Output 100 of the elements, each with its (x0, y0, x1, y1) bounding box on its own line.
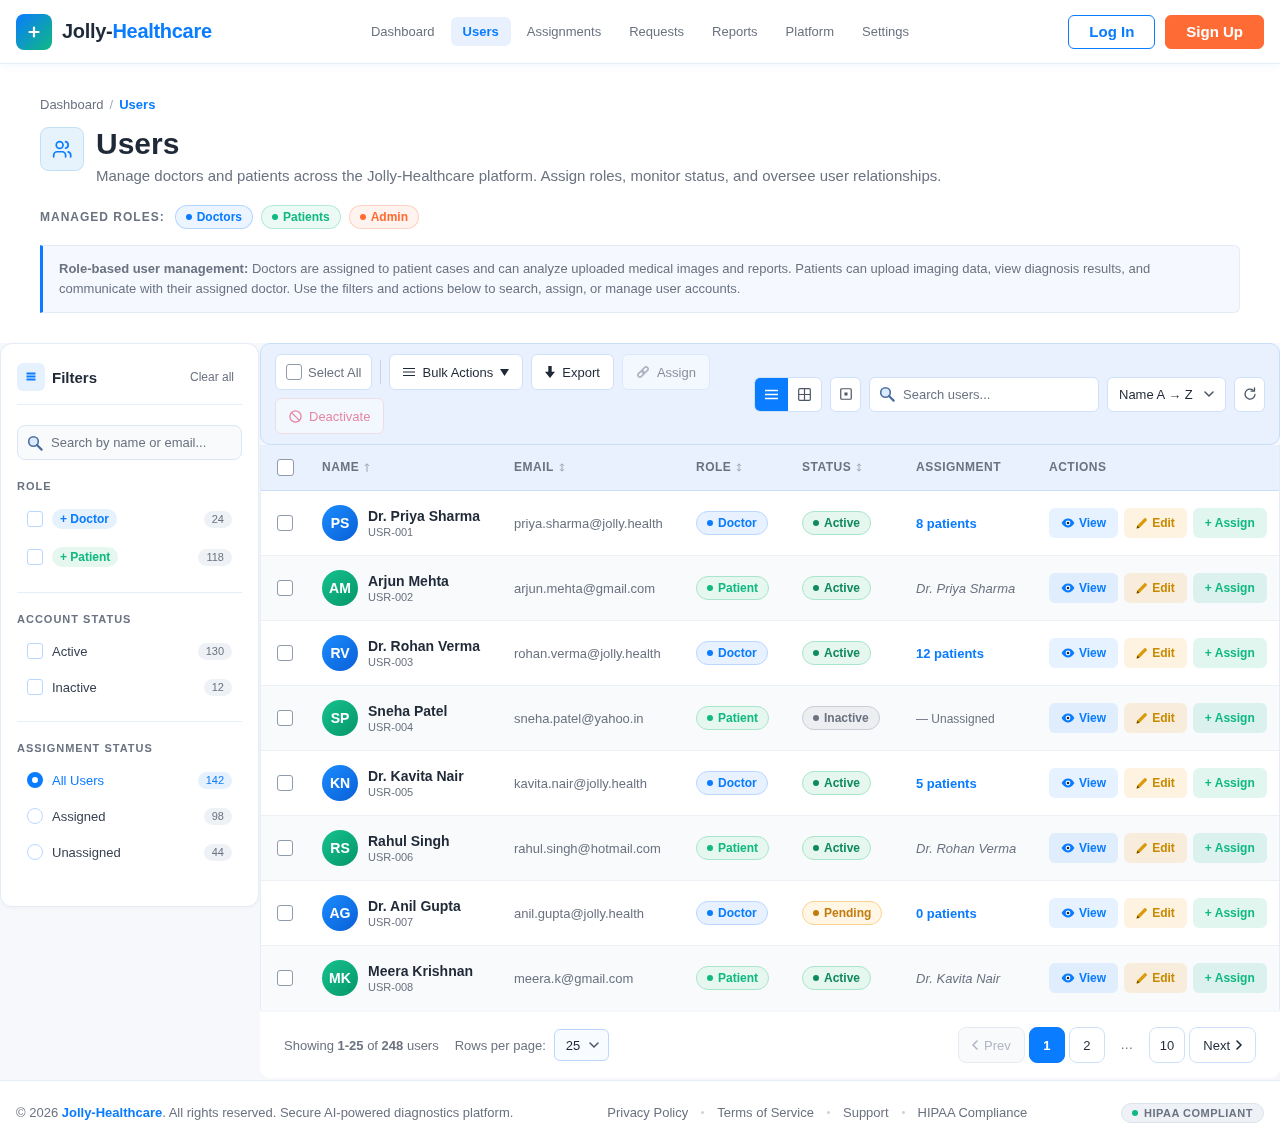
search-field[interactable]: Search by name or email... (17, 425, 242, 460)
option-label[interactable]: All Users (52, 772, 104, 788)
checkbox[interactable] (27, 511, 43, 527)
edit-button[interactable]: Edit (1124, 897, 1187, 928)
radio-button[interactable] (27, 772, 43, 788)
view-button[interactable]: View (1049, 897, 1119, 928)
patients-link[interactable]: 0 patients (916, 905, 977, 921)
assign-button[interactable]: + Assign (1192, 832, 1267, 863)
breadcrumb-link[interactable]: Dashboard (40, 97, 104, 112)
rows-per-page-select[interactable]: 25 (553, 1029, 609, 1061)
user-id: USR-007 (368, 914, 415, 929)
link-icon (635, 365, 650, 379)
search-field[interactable]: Search users... (869, 376, 1099, 412)
next-button[interactable]: Next (1189, 1027, 1256, 1063)
user-id: USR-002 (368, 589, 415, 604)
nav-link[interactable]: Dashboard (359, 17, 447, 46)
checkbox[interactable] (277, 839, 293, 856)
refresh-button[interactable] (1234, 376, 1265, 412)
nav-link[interactable]: Reports (700, 17, 770, 46)
checkbox[interactable] (277, 644, 293, 661)
option-label[interactable]: Unassigned (52, 844, 121, 860)
view-button[interactable]: View (1049, 507, 1119, 538)
assign-button[interactable]: + Assign (1192, 637, 1267, 668)
option-count: 142 (197, 771, 232, 789)
clear-all-link[interactable]: Clear all (182, 366, 242, 388)
export-button[interactable]: Export (531, 354, 614, 390)
role-tag[interactable]: + Doctor (52, 509, 117, 529)
assign-button[interactable]: + Assign (1192, 572, 1267, 603)
view-button[interactable]: View (1049, 702, 1119, 733)
footer-link[interactable]: Terms of Service (717, 1105, 814, 1120)
footer-link[interactable]: Support (843, 1105, 889, 1120)
search-icon (879, 386, 895, 402)
frame-view-button[interactable] (830, 376, 861, 412)
nav-link[interactable]: Assignments (514, 17, 614, 46)
assign-button[interactable]: + Assign (1192, 962, 1267, 993)
assign-button[interactable]: + Assign (1192, 507, 1267, 538)
patients-link[interactable]: 12 patients (916, 645, 984, 661)
view-button[interactable]: View (1049, 962, 1119, 993)
section-label: ASSIGNMENT STATUS (17, 742, 154, 755)
status-label: Active (824, 840, 861, 855)
assign-button[interactable]: + Assign (1192, 702, 1267, 733)
nav-link[interactable]: Settings (850, 17, 921, 46)
compliance-label: HIPAA COMPLIANT (1144, 1106, 1253, 1119)
checkbox[interactable] (286, 364, 302, 380)
edit-button[interactable]: Edit (1124, 507, 1187, 538)
option-label[interactable]: Inactive (52, 679, 97, 695)
assign-button[interactable]: + Assign (1192, 897, 1267, 928)
status-label: Active (824, 775, 861, 790)
select-all-button[interactable]: Select All (275, 354, 373, 390)
edit-button[interactable]: Edit (1124, 637, 1187, 668)
edit-button[interactable]: Edit (1124, 832, 1187, 863)
signup-button[interactable]: Sign Up (1165, 14, 1264, 49)
view-button[interactable]: View (1049, 572, 1119, 603)
patients-link[interactable]: 8 patients (916, 515, 977, 531)
role-tag[interactable]: + Patient (52, 547, 119, 567)
list-view-button[interactable] (755, 377, 788, 411)
assigned-doctor: Dr. Rohan Verma (916, 840, 1017, 856)
user-email: arjun.mehta@gmail.com (514, 580, 656, 596)
status-dot-icon (813, 714, 819, 721)
footer-link[interactable]: HIPAA Compliance (917, 1105, 1028, 1120)
user-name: Meera Krishnan (368, 961, 474, 980)
checkbox[interactable] (277, 458, 294, 476)
page-button[interactable]: 1 (1028, 1027, 1065, 1063)
view-button[interactable]: View (1049, 767, 1119, 798)
pagination-ellipsis: … (1119, 1036, 1135, 1054)
checkbox[interactable] (277, 904, 293, 921)
option-label[interactable]: Assigned (52, 808, 106, 824)
edit-button[interactable]: Edit (1124, 962, 1187, 993)
login-button[interactable]: Log In (1068, 14, 1156, 49)
option-label[interactable]: Active (52, 643, 88, 659)
footer-link[interactable]: Privacy Policy (607, 1105, 689, 1120)
page-button[interactable]: 10 (1148, 1027, 1186, 1063)
view-button[interactable]: View (1049, 637, 1119, 668)
assign-button[interactable]: + Assign (1192, 767, 1267, 798)
checkbox[interactable] (27, 643, 43, 659)
dot-icon (707, 714, 713, 721)
status-label: Active (824, 645, 861, 660)
nav-link[interactable]: Users (450, 17, 511, 46)
dot-icon (707, 974, 713, 981)
patients-link[interactable]: 5 patients (916, 775, 977, 791)
status-label: Active (824, 515, 861, 530)
edit-button[interactable]: Edit (1124, 702, 1187, 733)
checkbox[interactable] (277, 969, 293, 986)
page-subtitle: Manage doctors and patients across the Jolly-Healthcare platform. Assign roles, monitor status, and oversee user relationships. (96, 166, 942, 186)
eye-icon (1061, 777, 1075, 788)
checkbox[interactable] (277, 774, 293, 791)
checkbox[interactable] (27, 679, 43, 695)
bulk-actions-button[interactable]: Bulk Actions (389, 354, 524, 390)
checkbox[interactable] (27, 549, 43, 565)
sort-select[interactable]: Name A → Z (1107, 376, 1226, 412)
nav-link[interactable]: Requests (617, 17, 697, 46)
edit-button[interactable]: Edit (1124, 572, 1187, 603)
nav-link[interactable]: Platform (773, 17, 846, 46)
checkbox[interactable] (277, 709, 293, 726)
checkbox[interactable] (277, 579, 293, 596)
page-button[interactable]: 2 (1068, 1027, 1105, 1063)
pencil-icon (1136, 711, 1149, 724)
edit-button[interactable]: Edit (1124, 767, 1187, 798)
view-button[interactable]: View (1049, 832, 1119, 863)
checkbox[interactable] (277, 514, 293, 531)
